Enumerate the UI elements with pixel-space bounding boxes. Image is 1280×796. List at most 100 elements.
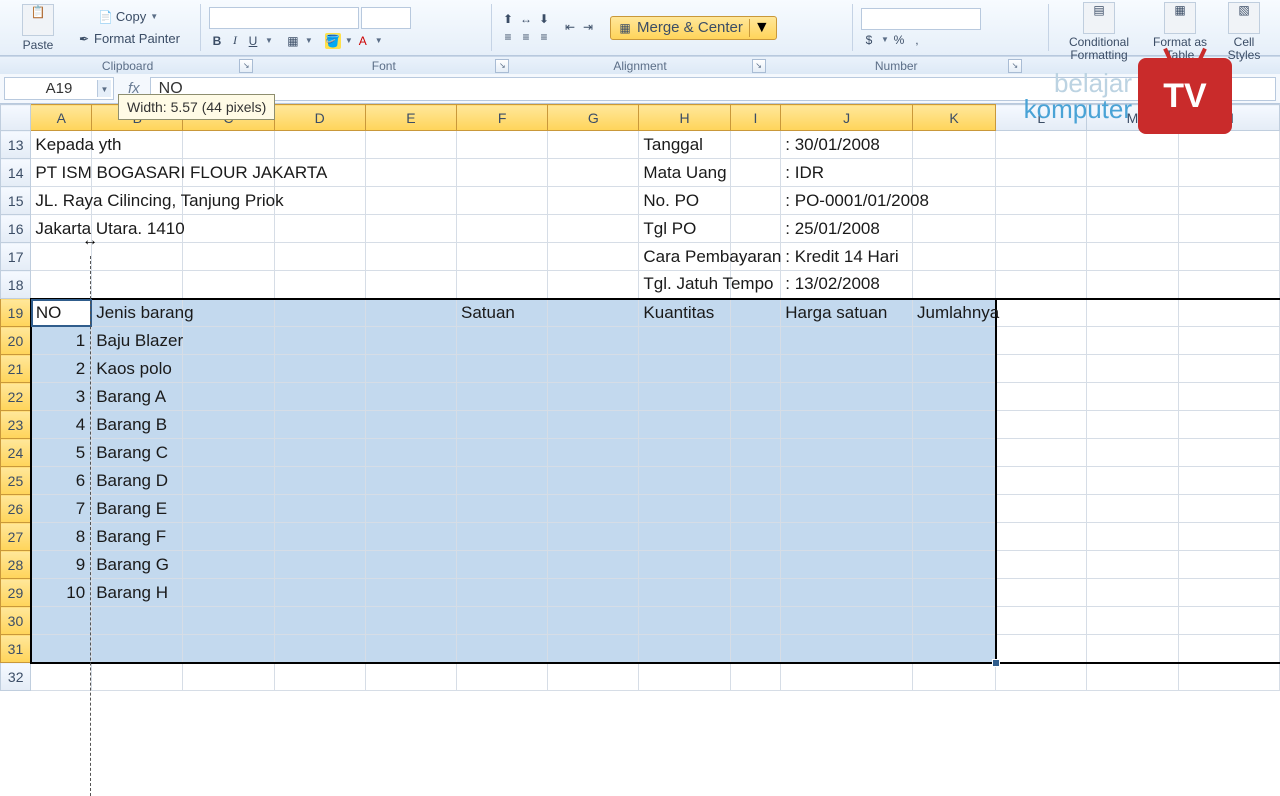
cell-C30[interactable] [183, 607, 274, 635]
cell-J20[interactable] [781, 327, 913, 355]
cell-B23[interactable]: Barang B [92, 411, 183, 439]
cell-G26[interactable] [548, 495, 639, 523]
cell-A26[interactable]: 7 [31, 495, 92, 523]
font-color-button[interactable]: A [355, 33, 371, 49]
cell-H18[interactable]: Tgl. Jatuh Tempo [639, 271, 730, 299]
cell-B27[interactable]: Barang F [92, 523, 183, 551]
cell-K32[interactable] [913, 663, 996, 691]
cell-F16[interactable] [457, 215, 548, 243]
cell-K17[interactable] [913, 243, 996, 271]
cell-styles-button[interactable]: ▧ Cell Styles [1219, 0, 1269, 64]
cell-G27[interactable] [548, 523, 639, 551]
cell-L31[interactable] [996, 635, 1087, 663]
cell-E30[interactable] [365, 607, 456, 635]
row-header[interactable]: 27 [1, 523, 31, 551]
cell-A18[interactable] [31, 271, 92, 299]
cell-B26[interactable]: Barang E [92, 495, 183, 523]
cell-M19[interactable] [1087, 299, 1178, 327]
cell-H29[interactable] [639, 579, 730, 607]
cell-G15[interactable] [548, 187, 639, 215]
cell-J25[interactable] [781, 467, 913, 495]
row-header[interactable]: 25 [1, 467, 31, 495]
cell-C18[interactable] [183, 271, 274, 299]
cell-G17[interactable] [548, 243, 639, 271]
chevron-down-icon[interactable]: ▼ [265, 36, 273, 45]
cell-C25[interactable] [183, 467, 274, 495]
cell-D13[interactable] [274, 131, 365, 159]
cell-L29[interactable] [996, 579, 1087, 607]
cell-M22[interactable] [1087, 383, 1178, 411]
cell-L18[interactable] [996, 271, 1087, 299]
font-name-combo[interactable] [209, 7, 359, 29]
cell-C17[interactable] [183, 243, 274, 271]
cell-G24[interactable] [548, 439, 639, 467]
cell-I15[interactable] [730, 187, 781, 215]
cell-J18[interactable]: : 13/02/2008 [781, 271, 913, 299]
italic-button[interactable]: I [227, 33, 243, 49]
cell-G29[interactable] [548, 579, 639, 607]
cell-C31[interactable] [183, 635, 274, 663]
cell-I20[interactable] [730, 327, 781, 355]
column-header-I[interactable]: I [730, 105, 781, 131]
align-right-button[interactable]: ≡ [536, 29, 552, 45]
bold-button[interactable]: B [209, 33, 225, 49]
cell-I32[interactable] [730, 663, 781, 691]
column-header-J[interactable]: J [781, 105, 913, 131]
cell-H17[interactable]: Cara Pembayaran [639, 243, 730, 271]
cell-E16[interactable] [365, 215, 456, 243]
row-header[interactable]: 29 [1, 579, 31, 607]
cell-F29[interactable] [457, 579, 548, 607]
align-bottom-button[interactable]: ⬇ [536, 11, 552, 27]
cell-F27[interactable] [457, 523, 548, 551]
cell-D22[interactable] [274, 383, 365, 411]
row-header[interactable]: 31 [1, 635, 31, 663]
format-painter-button[interactable]: ✒ Format Painter [72, 29, 184, 49]
cell-L26[interactable] [996, 495, 1087, 523]
cell-F32[interactable] [457, 663, 548, 691]
row-header[interactable]: 22 [1, 383, 31, 411]
cell-F31[interactable] [457, 635, 548, 663]
cell-M24[interactable] [1087, 439, 1178, 467]
cell-L14[interactable] [996, 159, 1087, 187]
cell-K19[interactable]: Jumlahnya [913, 299, 996, 327]
row-header[interactable]: 20 [1, 327, 31, 355]
cell-I21[interactable] [730, 355, 781, 383]
cell-F18[interactable] [457, 271, 548, 299]
cell-F15[interactable] [457, 187, 548, 215]
align-middle-button[interactable]: ↔ [518, 11, 534, 27]
column-header-A[interactable]: A [31, 105, 92, 131]
cell-M20[interactable] [1087, 327, 1178, 355]
cell-M21[interactable] [1087, 355, 1178, 383]
cell-M31[interactable] [1087, 635, 1178, 663]
cell-E28[interactable] [365, 551, 456, 579]
row-header[interactable]: 26 [1, 495, 31, 523]
cell-C26[interactable] [183, 495, 274, 523]
cell-F14[interactable] [457, 159, 548, 187]
cell-L15[interactable] [996, 187, 1087, 215]
cell-E24[interactable] [365, 439, 456, 467]
cell-J27[interactable] [781, 523, 913, 551]
cell-A30[interactable] [31, 607, 92, 635]
row-header[interactable]: 24 [1, 439, 31, 467]
cell-I14[interactable] [730, 159, 781, 187]
cell-G16[interactable] [548, 215, 639, 243]
cell-M30[interactable] [1087, 607, 1178, 635]
cell-A32[interactable] [31, 663, 92, 691]
cell-N17[interactable] [1178, 243, 1279, 271]
cell-G14[interactable] [548, 159, 639, 187]
cell-K25[interactable] [913, 467, 996, 495]
cell-L13[interactable] [996, 131, 1087, 159]
cell-N32[interactable] [1178, 663, 1279, 691]
cell-M15[interactable] [1087, 187, 1178, 215]
cell-C19[interactable] [183, 299, 274, 327]
cell-D24[interactable] [274, 439, 365, 467]
cell-E19[interactable] [365, 299, 456, 327]
cell-I27[interactable] [730, 523, 781, 551]
cell-J17[interactable]: : Kredit 14 Hari [781, 243, 913, 271]
cell-I19[interactable] [730, 299, 781, 327]
cell-J32[interactable] [781, 663, 913, 691]
cell-G22[interactable] [548, 383, 639, 411]
number-format-combo[interactable] [861, 8, 981, 30]
cell-L17[interactable] [996, 243, 1087, 271]
cell-C32[interactable] [183, 663, 274, 691]
